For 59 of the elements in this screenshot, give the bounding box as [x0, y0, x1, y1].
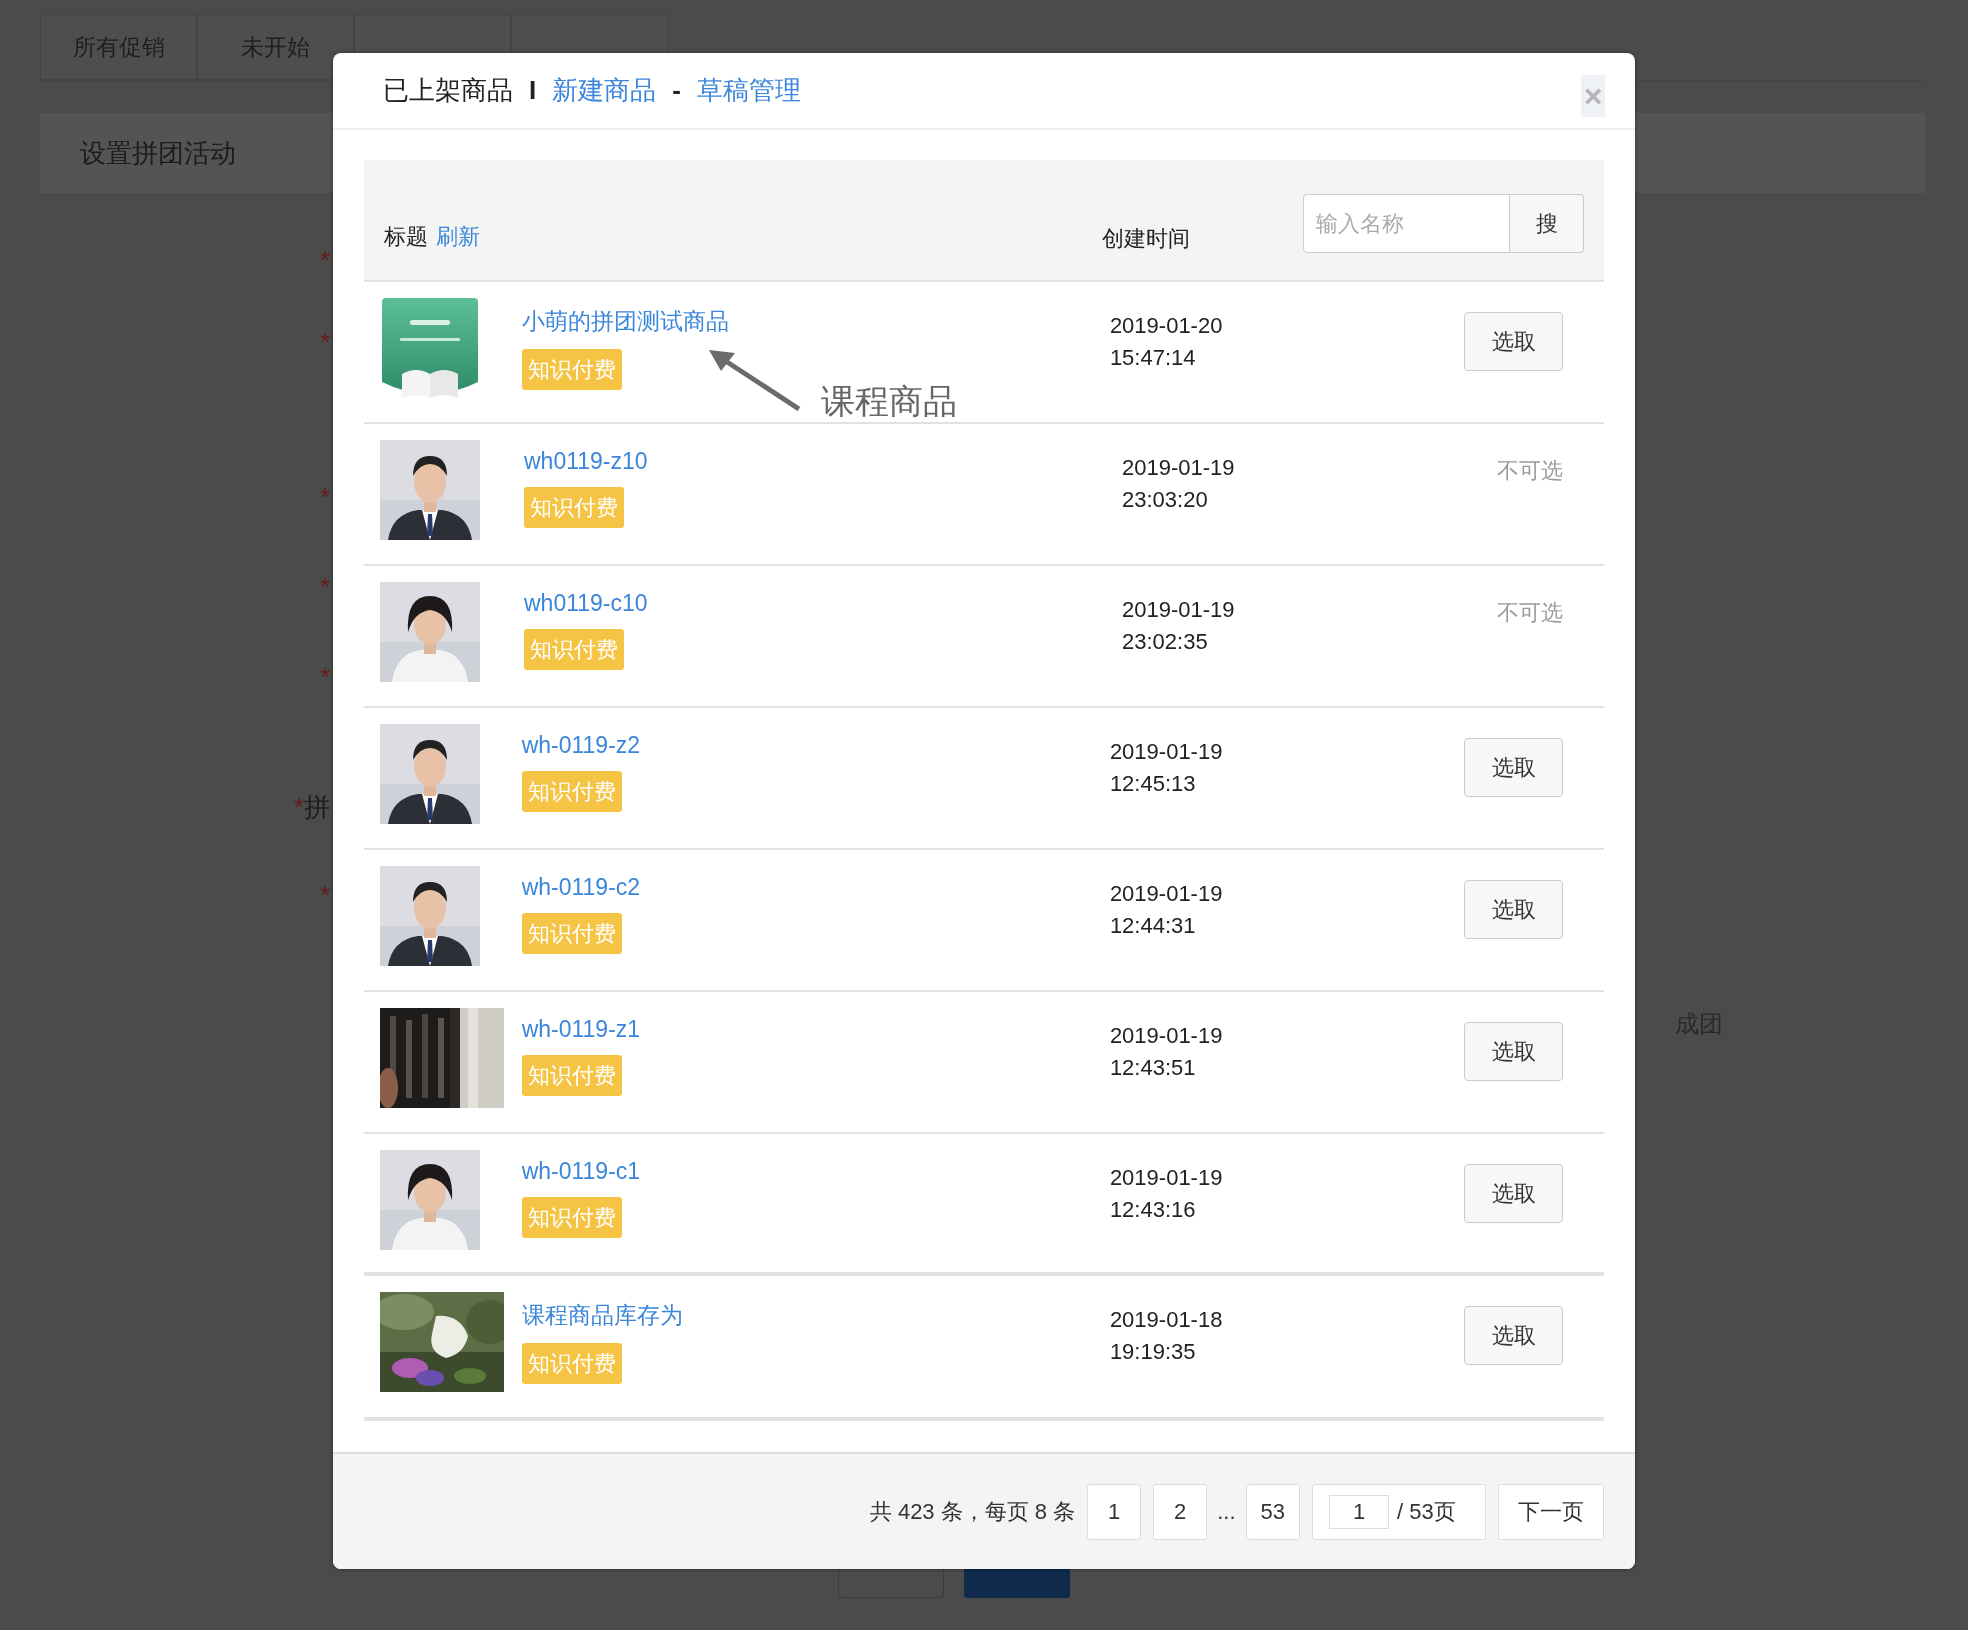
refresh-link[interactable]: 刷新 — [436, 222, 480, 252]
select-button[interactable]: 选取 — [1464, 880, 1563, 939]
page-button[interactable]: 1 — [1087, 1483, 1142, 1540]
required-label: * — [319, 245, 330, 275]
dialog-title: 已上架商品 — [383, 74, 513, 107]
annotation-label: 课程商品 — [821, 381, 957, 422]
arrow-icon — [709, 349, 801, 411]
date-text: 2019-01-18 19:19:35 — [1109, 1306, 1224, 1366]
category-tag: 知识付费 — [521, 1343, 622, 1384]
required-label: * — [319, 572, 330, 602]
select-button[interactable]: 选取 — [1464, 1022, 1563, 1081]
product-link[interactable]: 小萌的拼团测试商品 — [521, 306, 729, 337]
category-tag: 知识付费 — [524, 629, 624, 670]
search-button[interactable]: 搜 — [1510, 194, 1584, 253]
date-text: 2019-01-19 23:02:35 — [1122, 596, 1236, 656]
next-page-button[interactable]: 下一页 — [1498, 1483, 1604, 1540]
separator-text: I — [529, 75, 537, 106]
product-link[interactable]: wh-0119-z2 — [521, 732, 641, 759]
required-label: * — [319, 482, 330, 512]
select-button[interactable]: 选取 — [1464, 1164, 1563, 1223]
date-text: 2019-01-20 15:47:14 — [1109, 312, 1224, 372]
product-link[interactable]: wh-0119-c1 — [521, 1158, 641, 1185]
page-input[interactable]: 1 — [1329, 1494, 1389, 1529]
category-tag: 知识付费 — [521, 771, 622, 812]
status-text: 不可选 — [1497, 457, 1563, 485]
date-text: 2019-01-19 12:45:13 — [1109, 738, 1224, 798]
product-link[interactable]: wh-0119-z1 — [521, 1016, 641, 1043]
column-header: 标题 — [384, 223, 428, 251]
search-field[interactable]: 输入名称 — [1303, 194, 1510, 253]
required-label: * — [319, 662, 330, 692]
pagination-summary: 共 423 条，每页 8 条 — [869, 1497, 1076, 1526]
header-link[interactable]: 新建商品 — [552, 73, 657, 108]
page-button[interactable]: 53 — [1245, 1483, 1300, 1540]
required-label: * — [319, 880, 330, 910]
date-text: 2019-01-19 23:03:20 — [1122, 454, 1236, 514]
column-header: 创建时间 — [1102, 225, 1190, 253]
product-link[interactable]: wh0119-z10 — [524, 448, 648, 475]
category-tag: 知识付费 — [521, 349, 622, 390]
separator-text: - — [672, 75, 681, 106]
page-total: / 53页 — [1397, 1497, 1456, 1526]
ellipsis-text: ... — [1217, 1498, 1236, 1525]
product-link[interactable]: wh-0119-c2 — [521, 874, 641, 901]
category-tag: 知识付费 — [521, 913, 622, 954]
date-text: 2019-01-19 12:43:16 — [1109, 1164, 1224, 1224]
header-link[interactable]: 草稿管理 — [696, 73, 801, 108]
select-button[interactable]: 选取 — [1464, 738, 1563, 797]
section-title: 设置拼团活动 — [80, 136, 236, 170]
status-text: 不可选 — [1497, 599, 1563, 627]
date-text: 2019-01-19 12:43:51 — [1109, 1022, 1224, 1082]
product-link[interactable]: 课程商品库存为 — [521, 1300, 683, 1331]
category-tag: 知识付费 — [521, 1197, 622, 1238]
select-button[interactable]: 选取 — [1464, 1306, 1563, 1365]
page-button[interactable]: 2 — [1153, 1483, 1208, 1540]
product-link[interactable]: wh0119-c10 — [524, 590, 648, 617]
required-label: * — [319, 327, 330, 357]
select-button[interactable]: 选取 — [1464, 312, 1563, 371]
category-tag: 知识付费 — [524, 487, 624, 528]
category-tag: 知识付费 — [521, 1055, 622, 1096]
date-text: 2019-01-19 12:44:31 — [1109, 880, 1224, 940]
